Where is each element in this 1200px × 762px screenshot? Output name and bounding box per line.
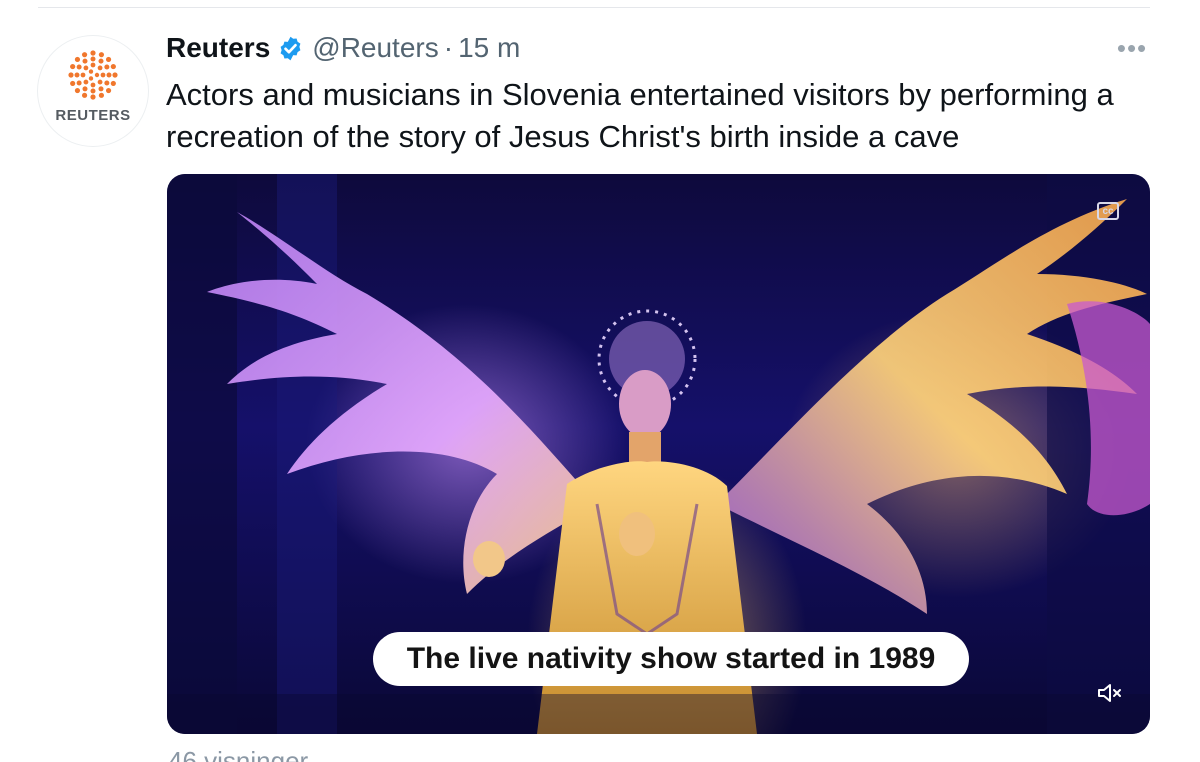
tweet-card[interactable]: REUTERS Reuters @Reuters · 15 m ••• Acto… <box>0 0 1200 762</box>
separator-dot: · <box>443 32 454 63</box>
volume-muted-icon[interactable] <box>1097 682 1123 704</box>
closed-captions-icon[interactable]: cc <box>1097 202 1119 220</box>
avatar[interactable]: REUTERS <box>38 36 148 146</box>
more-options-icon[interactable]: ••• <box>1114 30 1150 66</box>
verified-badge-icon <box>280 36 301 60</box>
tweet-text: Actors and musicians in Slovenia enterta… <box>166 77 1114 154</box>
timestamp[interactable]: 15 m <box>458 30 520 66</box>
video-player[interactable]: cc The live nativity show started in 198… <box>167 174 1150 734</box>
reuters-logo-icon <box>68 50 118 100</box>
view-count: 46 visninger <box>168 746 309 762</box>
video-caption: The live nativity show started in 1989 <box>373 632 969 686</box>
display-name[interactable]: Reuters <box>166 30 270 66</box>
avatar-label: REUTERS <box>55 107 131 124</box>
divider <box>38 7 1150 8</box>
tweet-header: Reuters @Reuters · 15 m <box>166 30 520 66</box>
user-handle[interactable]: @Reuters <box>312 30 438 66</box>
